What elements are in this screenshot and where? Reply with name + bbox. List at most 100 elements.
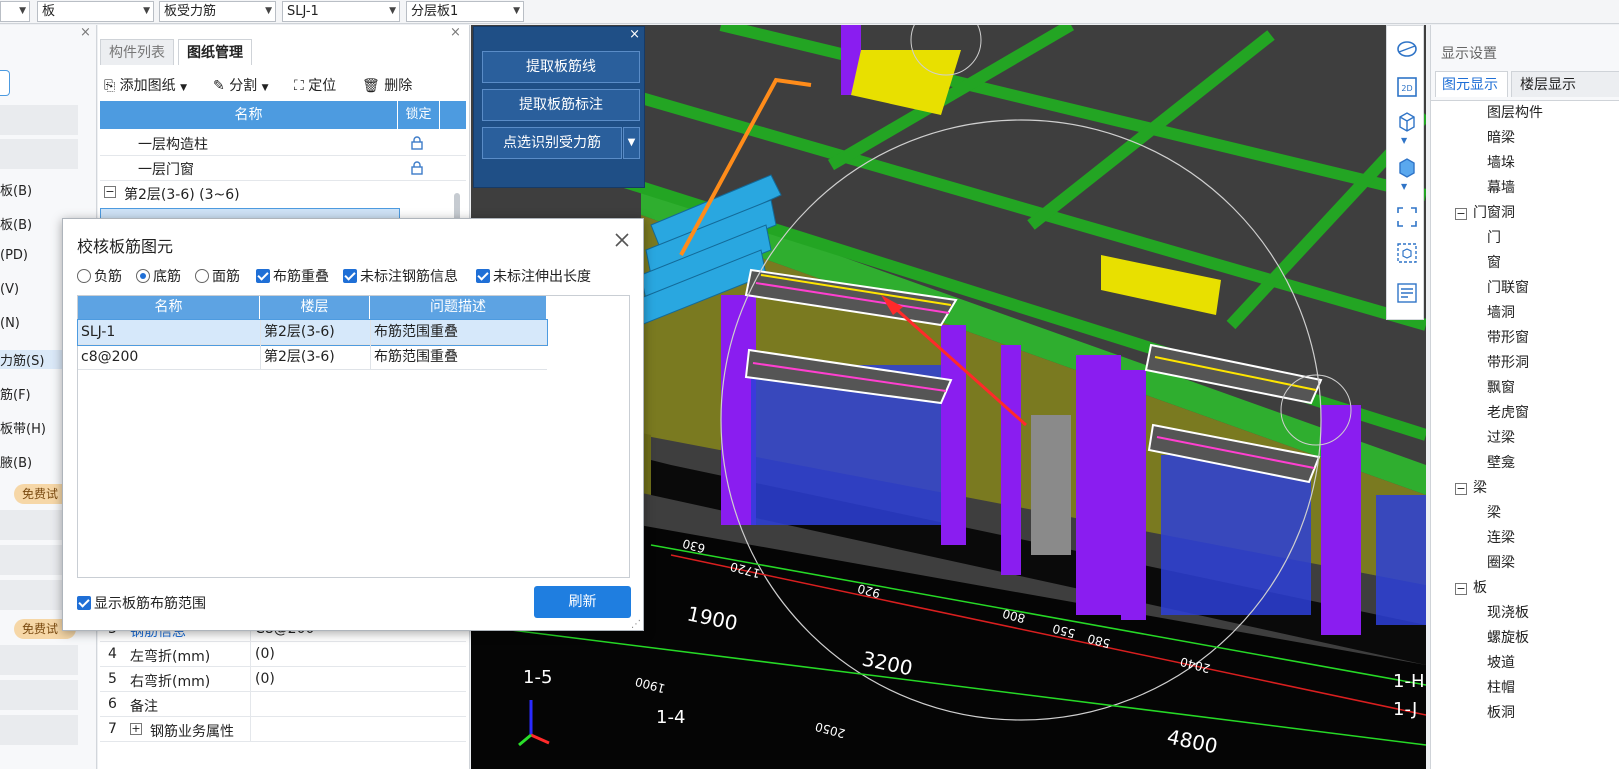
tree-item[interactable]: 板带(H) — [0, 418, 46, 437]
tree-item[interactable]: 板洞 — [1487, 701, 1619, 726]
select-layer[interactable]: ▼ — [0, 1, 30, 22]
property-row[interactable]: 6 备注 — [100, 692, 466, 717]
property-row[interactable]: 4 左弯折(mm) (0) — [100, 642, 466, 667]
list-item[interactable] — [0, 139, 78, 169]
tree-item[interactable]: 腋(B) — [0, 452, 32, 471]
check-missing-info[interactable]: 未标注钢筋信息 — [343, 266, 458, 286]
dropdown-button[interactable]: ▼ — [623, 127, 640, 159]
tree-item[interactable]: 飘窗 — [1487, 376, 1619, 401]
layer-settings-icon[interactable] — [1396, 282, 1418, 304]
select-component-type[interactable]: 板受力筋 ▼ — [159, 1, 276, 22]
2d-view-icon[interactable]: 2D — [1396, 76, 1418, 98]
tree-item[interactable]: 窗 — [1487, 251, 1619, 276]
collapse-icon[interactable]: − — [104, 186, 116, 198]
collapse-icon[interactable]: − — [1455, 208, 1467, 220]
close-icon[interactable]: × — [80, 25, 91, 40]
radio-negative-rebar[interactable]: 负筋 — [77, 266, 122, 286]
delete-button[interactable]: 🗑 删除 — [362, 75, 412, 95]
radio-label: 负筋 — [94, 269, 122, 285]
extract-rebar-label-button[interactable]: 提取板筋标注 — [482, 89, 640, 121]
tree-item[interactable]: 墙洞 — [1487, 301, 1619, 326]
tree-item[interactable]: (N) — [0, 316, 20, 331]
tab-element-display[interactable]: 图元显示 — [1435, 71, 1508, 97]
tree-group-row[interactable]: − 第2层(3-6) (3~6) — [100, 181, 466, 206]
collapse-icon[interactable]: − — [1455, 583, 1467, 595]
orbit-icon[interactable] — [1396, 38, 1418, 60]
chevron-down-icon[interactable]: ▼ — [1401, 182, 1407, 191]
box-select-icon[interactable] — [1396, 242, 1418, 264]
tree-item[interactable]: 过梁 — [1487, 426, 1619, 451]
column-header-description[interactable]: 问题描述 — [370, 296, 547, 319]
tree-item[interactable]: 带形窗 — [1487, 326, 1619, 351]
resize-grip-icon[interactable]: ⋰ — [631, 619, 641, 630]
tree-item[interactable]: 带形洞 — [1487, 351, 1619, 376]
select-category[interactable]: 板 ▼ — [37, 1, 154, 22]
tree-item[interactable]: 坡道 — [1487, 651, 1619, 676]
show-range-checkbox[interactable]: 显示板筋布筋范围 — [77, 593, 206, 613]
tab-drawing-management[interactable]: 图纸管理 — [178, 39, 252, 65]
select-sublayer[interactable]: 分层板1 ▼ — [406, 1, 524, 22]
close-icon[interactable]: × — [450, 25, 461, 40]
property-row[interactable]: 5 右弯折(mm) (0) — [100, 667, 466, 692]
tree-group[interactable]: − 板 — [1455, 576, 1619, 601]
property-value[interactable]: (0) — [255, 671, 275, 687]
tree-item[interactable]: 连梁 — [1487, 526, 1619, 551]
add-drawing-button[interactable]: ⎘ 添加图纸 ▼ — [104, 75, 187, 95]
tree-item[interactable]: 板(B) — [0, 180, 32, 199]
select-component[interactable]: SLJ-1 ▼ — [282, 1, 400, 22]
lock-icon[interactable] — [410, 136, 424, 150]
tree-item[interactable]: 板(B) — [0, 214, 32, 233]
extract-rebar-line-button[interactable]: 提取板筋线 — [482, 51, 640, 83]
refresh-button[interactable]: 刷新 — [534, 586, 631, 618]
collapse-icon[interactable]: − — [1455, 483, 1467, 495]
tree-item[interactable]: 筋(F) — [0, 384, 31, 403]
tree-item[interactable]: 柱帽 — [1487, 676, 1619, 701]
solid-cube-icon[interactable] — [1396, 156, 1418, 178]
split-button[interactable]: ✎ 分割 ▼ — [213, 75, 269, 95]
lock-icon[interactable] — [410, 161, 424, 175]
tree-item[interactable]: 圈梁 — [1487, 551, 1619, 576]
tree-item[interactable]: 门 — [1487, 226, 1619, 251]
tree-group[interactable]: − 门窗洞 — [1455, 201, 1619, 226]
search-input[interactable] — [0, 70, 10, 96]
tree-item[interactable]: 墙垛 — [1487, 151, 1619, 176]
dialog-title: 校核板筋图元 — [77, 237, 174, 256]
split-label: 分割 — [229, 78, 258, 94]
close-icon[interactable]: × — [629, 27, 640, 42]
table-row-selected[interactable]: SLJ-1 第2层(3-6) 布筋范围重叠 — [77, 319, 548, 346]
chevron-down-icon[interactable]: ▼ — [1401, 136, 1407, 145]
check-overlap[interactable]: 布筋重叠 — [256, 266, 329, 286]
expand-icon[interactable]: + — [130, 723, 142, 735]
tree-item[interactable]: 螺旋板 — [1487, 626, 1619, 651]
tree-item[interactable]: 壁龛 — [1487, 451, 1619, 476]
select-category-value: 板 — [42, 4, 56, 19]
tree-item[interactable]: 暗梁 — [1487, 126, 1619, 151]
tree-item[interactable]: (PD) — [0, 248, 28, 263]
radio-bottom-rebar[interactable]: 底筋 — [136, 266, 181, 286]
tree-item[interactable]: (V) — [0, 282, 19, 297]
close-icon[interactable] — [615, 233, 629, 247]
tree-item[interactable]: 老虎窗 — [1487, 401, 1619, 426]
locate-button[interactable]: ⛶ 定位 — [294, 75, 336, 95]
cube-view-icon[interactable] — [1396, 110, 1418, 132]
radio-top-rebar[interactable]: 面筋 — [195, 266, 240, 286]
pick-identify-rebar-button[interactable]: 点选识别受力筋 — [482, 127, 622, 159]
tree-item[interactable]: 图层构件 — [1487, 101, 1619, 126]
tree-group[interactable]: − 梁 — [1455, 476, 1619, 501]
column-header-floor[interactable]: 楼层 — [260, 296, 370, 319]
list-item[interactable] — [0, 105, 78, 135]
check-missing-length[interactable]: 未标注伸出长度 — [476, 266, 591, 286]
table-row[interactable]: c8@200 第2层(3-6) 布筋范围重叠 — [78, 345, 547, 370]
tree-item[interactable]: 现浇板 — [1487, 601, 1619, 626]
tab-floor-display[interactable]: 楼层显示 — [1511, 71, 1619, 97]
column-header-name[interactable]: 名称 — [78, 296, 260, 319]
tree-item[interactable]: 门联窗 — [1487, 276, 1619, 301]
tree-item[interactable]: 梁 — [1487, 501, 1619, 526]
property-value[interactable]: (0) — [255, 646, 275, 662]
tab-component-list[interactable]: 构件列表 — [100, 39, 174, 65]
zoom-extents-icon[interactable] — [1396, 206, 1418, 228]
property-row[interactable]: 7 + 钢筋业务属性 — [100, 717, 466, 742]
tree-row[interactable]: 一层门窗 — [100, 156, 466, 181]
tree-row[interactable]: 一层构造柱 — [100, 131, 466, 156]
tree-item[interactable]: 幕墙 — [1487, 176, 1619, 201]
